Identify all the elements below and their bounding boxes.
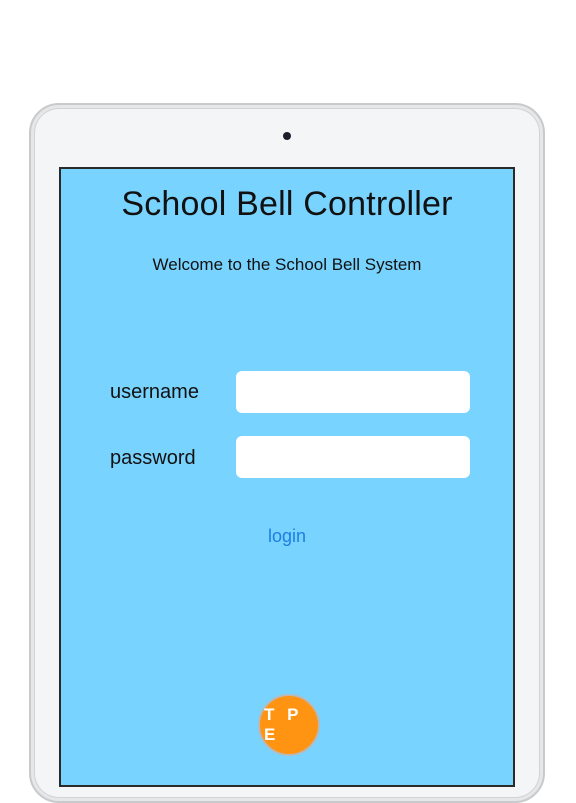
app-screen: School Bell Controller Welcome to the Sc… bbox=[59, 167, 515, 787]
welcome-text: Welcome to the School Bell System bbox=[152, 255, 422, 274]
login-button[interactable]: login bbox=[61, 526, 513, 547]
password-label: password bbox=[110, 447, 196, 469]
password-input[interactable] bbox=[236, 436, 470, 478]
username-label: username bbox=[110, 381, 199, 403]
tpe-logo: T P E bbox=[258, 694, 320, 756]
app-title: School Bell Controller bbox=[121, 185, 453, 223]
front-camera bbox=[283, 132, 291, 140]
username-input[interactable] bbox=[236, 371, 470, 413]
